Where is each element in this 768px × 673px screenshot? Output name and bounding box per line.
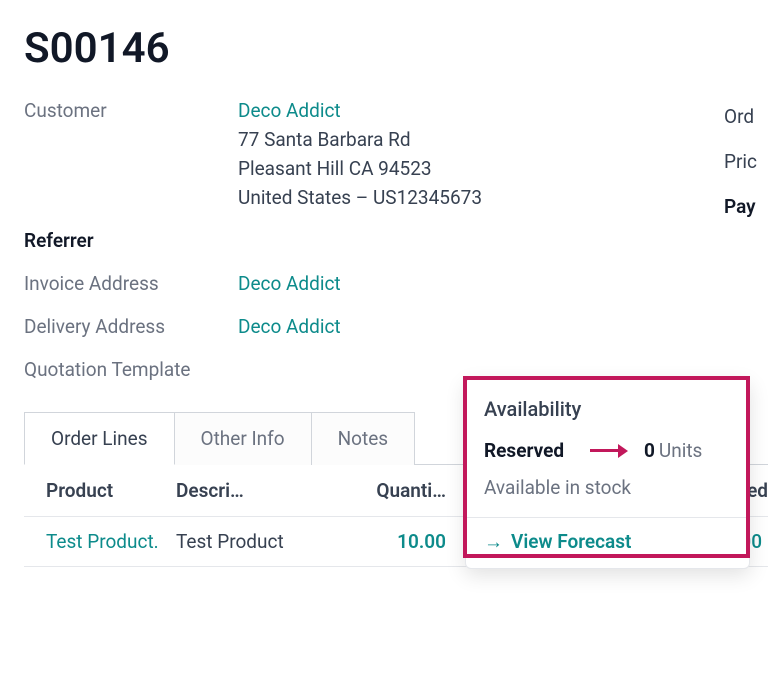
delivery-address-link[interactable]: Deco Addict [238, 315, 341, 338]
customer-address-line: Pleasant Hill CA 94523 [238, 157, 482, 180]
tab-other-info[interactable]: Other Info [175, 412, 312, 465]
tab-notes[interactable]: Notes [312, 412, 416, 465]
tab-order-lines[interactable]: Order Lines [24, 412, 175, 465]
col-quantity[interactable]: Quanti… [336, 479, 456, 502]
customer-link[interactable]: Deco Addict [238, 99, 482, 122]
customer-address-line: 77 Santa Barbara Rd [238, 128, 482, 151]
truncated-label: Pric [724, 150, 768, 173]
stock-status: Available in stock [484, 476, 731, 499]
customer-address-line: United States – US12345673 [238, 186, 482, 209]
col-description[interactable]: Descri… [176, 479, 336, 502]
quotation-template-label: Quotation Template [24, 358, 238, 381]
row-quantity[interactable]: 10.00 [336, 530, 456, 553]
truncated-label: Pay [724, 195, 768, 218]
invoice-address-label: Invoice Address [24, 272, 238, 295]
availability-popover: Availability Reserved 0 Units Available … [465, 378, 750, 569]
referrer-label: Referrer [24, 229, 238, 252]
order-number: S00146 [24, 24, 768, 73]
row-description: Test Product [176, 530, 336, 553]
view-forecast-link[interactable]: →View Forecast [484, 530, 731, 554]
divider [466, 517, 749, 518]
reserved-value: 0 [644, 439, 655, 462]
arrow-annotation-icon [590, 444, 628, 458]
truncated-label: Ord [724, 105, 768, 128]
invoice-address-link[interactable]: Deco Addict [238, 272, 341, 295]
arrow-right-icon: → [484, 530, 503, 553]
reserved-unit: Units [659, 439, 702, 462]
customer-label: Customer [24, 99, 238, 122]
delivery-address-label: Delivery Address [24, 315, 238, 338]
right-column-labels: Ord Pric Pay [724, 105, 768, 240]
reserved-label: Reserved [484, 439, 580, 462]
popover-title: Availability [484, 397, 731, 421]
col-product[interactable]: Product [46, 479, 176, 502]
row-product-link[interactable]: Test Product. [46, 530, 176, 553]
